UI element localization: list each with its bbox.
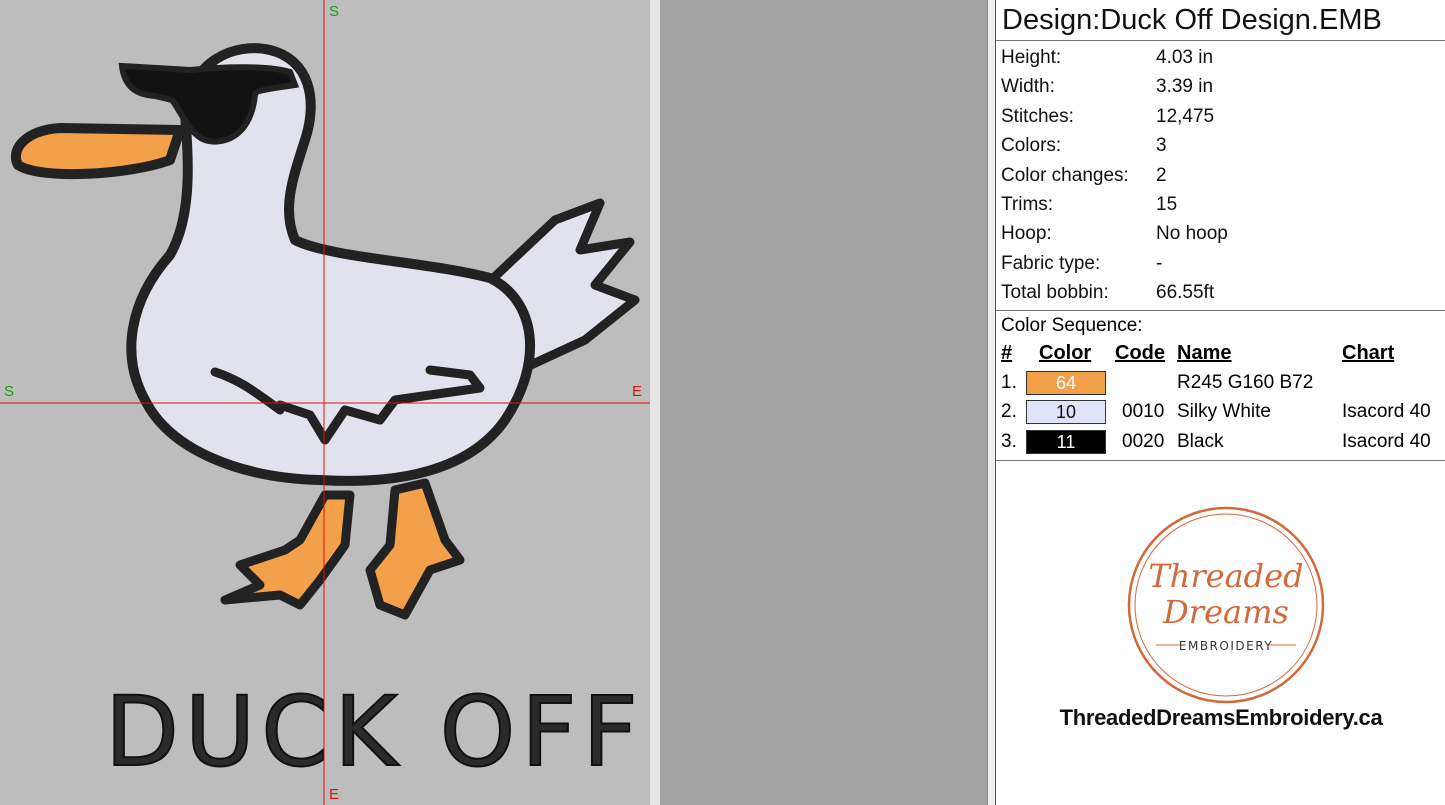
website-text: ThreadedDreamsEmbroidery.ca: [1059, 705, 1383, 730]
duck-leg-right: [365, 478, 465, 620]
header-num: #: [1001, 341, 1013, 364]
color-row: 2. 10 0010 Silky White Isacord 40: [996, 397, 1445, 427]
color-row-chart: Isacord 40: [1342, 430, 1431, 452]
logo-line1: Threaded: [1148, 557, 1303, 595]
color-row: 3. 11 0020 Black Isacord 40: [996, 427, 1445, 457]
guide-label-left: S: [4, 383, 15, 400]
stat-label: Total bobbin:: [1001, 282, 1109, 304]
color-row-code: 0020: [1122, 430, 1165, 452]
color-row: 1. 64 R245 G160 B72: [996, 368, 1445, 398]
color-swatch: 10: [1026, 400, 1106, 425]
duck-leg-left: [220, 490, 355, 610]
stat-label: Trims:: [1001, 193, 1054, 215]
stat-value: 2: [1156, 164, 1167, 186]
header-chart: Chart: [1342, 341, 1395, 364]
design-info-panel: Design:Duck Off Design.EMB Height: 4.03 i…: [995, 0, 1445, 805]
stat-value: 3.39 in: [1156, 76, 1214, 98]
guide-label-bottom: E: [329, 786, 340, 803]
color-sequence-title: Color Sequence:: [1001, 314, 1143, 336]
duck-off-text: DUCK OFF: [105, 676, 644, 788]
logo-line2: Dreams: [1162, 593, 1289, 631]
stat-label: Hoop:: [1001, 223, 1052, 245]
stat-label: Height:: [1001, 47, 1062, 68]
color-sequence: Color Sequence: # Color Code Name Chart …: [996, 311, 1445, 462]
duck-beak: [11, 123, 185, 180]
stat-value: 66.55ft: [1156, 282, 1215, 304]
stat-label: Fabric type:: [1001, 252, 1101, 274]
color-row-num: 1.: [1001, 371, 1017, 393]
color-swatch: 64: [1026, 370, 1106, 395]
color-swatch: 11: [1026, 429, 1106, 454]
stat-value: 3: [1156, 135, 1167, 157]
duck-embroidery-preview: DUCK OFF: [0, 0, 650, 805]
color-row-chart: Isacord 40: [1342, 401, 1431, 423]
canvas-border: [650, 0, 660, 805]
logo-area: Threaded Dreams EMBROIDERY ThreadedDream…: [996, 460, 1445, 805]
stat-row-total-bobbin: Total bobbin: 66.55ft: [996, 278, 1445, 307]
color-row-name: R245 G160 B72: [1177, 371, 1314, 393]
color-row-num: 2.: [1001, 401, 1017, 423]
guide-label-top: S: [329, 3, 340, 20]
stat-value: 12,475: [1156, 105, 1215, 127]
stat-value: 4.03 in: [1156, 47, 1214, 68]
stat-label: Stitches:: [1001, 105, 1074, 127]
panel-separator[interactable]: [987, 0, 995, 805]
color-row-name: Silky White: [1177, 401, 1271, 423]
color-table-header: # Color Code Name Chart: [996, 339, 1445, 368]
stat-label: Colors:: [1001, 135, 1062, 157]
stat-row-fabric-type: Fabric type: -: [996, 249, 1445, 278]
stat-row-hoop: Hoop: No hoop: [996, 219, 1445, 248]
header-code: Code: [1115, 341, 1165, 364]
stat-value: -: [1156, 252, 1163, 274]
stat-row-colors: Colors: 3: [996, 131, 1445, 160]
stat-row-trims: Trims: 15: [996, 190, 1445, 219]
stat-label: Color changes:: [1001, 164, 1129, 186]
stat-value: 15: [1156, 193, 1178, 215]
design-title: Design:Duck Off Design.EMB: [996, 0, 1445, 41]
guide-label-right: E: [632, 383, 643, 400]
header-name: Name: [1177, 341, 1232, 364]
color-row-name: Black: [1177, 430, 1224, 452]
stat-label: Width:: [1001, 76, 1055, 98]
header-color: Color: [1039, 341, 1092, 364]
threaded-dreams-logo: Threaded Dreams EMBROIDERY: [1127, 506, 1325, 704]
logo-line3: EMBROIDERY: [1179, 639, 1273, 653]
color-row-code: 0010: [1122, 401, 1165, 423]
stat-value: No hoop: [1156, 223, 1228, 245]
color-row-num: 3.: [1001, 430, 1017, 452]
stat-row-height: Height: 4.03 in: [996, 43, 1445, 72]
stat-row-color-changes: Color changes: 2: [996, 161, 1445, 190]
stat-row-width: Width: 3.39 in: [996, 72, 1445, 101]
workspace-gap: [660, 0, 987, 805]
stat-row-stitches: Stitches: 12,475: [996, 102, 1445, 131]
design-canvas[interactable]: DUCK OFF S S E E: [0, 0, 650, 805]
design-stats: Height: 4.03 in Width: 3.39 in Stitches: 12…: [996, 41, 1445, 311]
